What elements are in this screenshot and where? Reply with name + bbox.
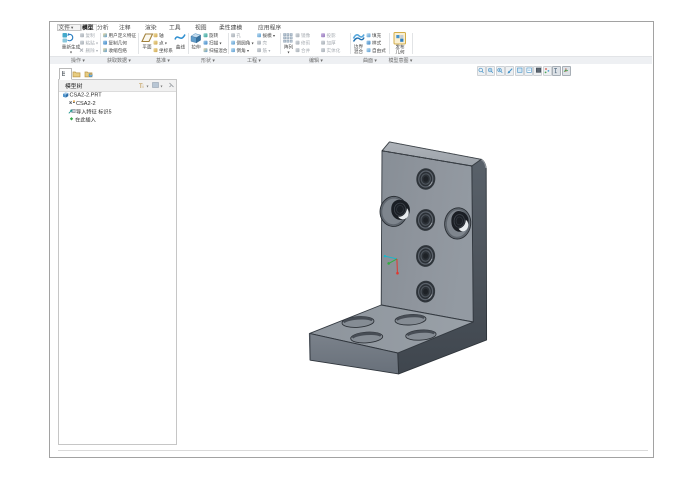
svg-text:倒角 ▾: 倒角 ▾ (237, 47, 249, 54)
svg-text:壳: 壳 (263, 40, 268, 47)
svg-text:孔: 孔 (237, 32, 242, 39)
svg-text:旋转: 旋转 (209, 32, 219, 39)
svg-text:扫描 ▾: 扫描 ▾ (209, 40, 221, 47)
svg-text:镜像: 镜像 (301, 32, 311, 39)
svg-text:粘贴 ▾: 粘贴 ▾ (86, 40, 98, 47)
svg-text:拉伸: 拉伸 (191, 44, 201, 51)
svg-text:CSA2-2.PRT: CSA2-2.PRT (70, 93, 103, 99)
svg-text:加厚: 加厚 (327, 40, 337, 47)
svg-text:文件: 文件 (59, 23, 71, 31)
svg-text:工具: 工具 (169, 24, 181, 31)
svg-text:i: i (143, 84, 144, 89)
svg-text:▾: ▾ (70, 49, 72, 54)
svg-text:▾: ▾ (161, 84, 163, 89)
svg-text:在此插入: 在此插入 (75, 116, 96, 124)
svg-text:形状 ▾: 形状 ▾ (201, 57, 215, 64)
svg-text:复制: 复制 (86, 32, 96, 39)
svg-text:应用程序: 应用程序 (258, 23, 281, 31)
svg-text:自由式: 自由式 (372, 47, 386, 54)
svg-text:填充: 填充 (372, 32, 382, 39)
svg-text:平面: 平面 (142, 45, 152, 51)
svg-text:▾: ▾ (287, 49, 289, 54)
svg-text:混合: 混合 (354, 48, 364, 55)
svg-text:编辑 ▾: 编辑 ▾ (309, 57, 323, 64)
svg-text:CSA2-2: CSA2-2 (76, 101, 96, 107)
svg-text:模型树: 模型树 (65, 82, 83, 90)
svg-text:柔性建模: 柔性建模 (219, 23, 242, 31)
svg-text:模型: 模型 (82, 23, 94, 31)
svg-text:倒圆角 ▾: 倒圆角 ▾ (237, 40, 254, 47)
svg-text:扫描混合: 扫描混合 (209, 47, 228, 54)
svg-text:模型意图 ▾: 模型意图 ▾ (389, 57, 413, 64)
svg-text:收缩包络: 收缩包络 (109, 47, 128, 54)
svg-text:点 ▾: 点 ▾ (159, 41, 167, 47)
svg-text:投影: 投影 (327, 32, 337, 39)
svg-text:工程 ▾: 工程 ▾ (247, 57, 261, 64)
svg-text:▾: ▾ (71, 25, 74, 30)
svg-text:修剪: 修剪 (301, 40, 311, 47)
svg-text:筋 ▾: 筋 ▾ (263, 47, 271, 54)
svg-text:曲面 ▾: 曲面 ▾ (363, 57, 377, 64)
svg-text:几何: 几何 (395, 48, 405, 55)
svg-text:视图: 视图 (195, 23, 207, 31)
svg-text:曲线: 曲线 (176, 44, 186, 51)
svg-text:分析: 分析 (97, 23, 109, 31)
svg-text:▾: ▾ (147, 84, 149, 89)
svg-text:复制几何: 复制几何 (109, 40, 128, 47)
svg-text:拔模 ▾: 拔模 ▾ (263, 32, 275, 39)
svg-text:删除 ▾: 删除 ▾ (86, 47, 98, 54)
svg-text:渲染: 渲染 (145, 23, 157, 31)
svg-text:操作 ▾: 操作 ▾ (71, 57, 85, 64)
svg-text:获取数据 ▾: 获取数据 ▾ (107, 57, 131, 64)
svg-text:基准 ▾: 基准 ▾ (156, 57, 170, 64)
svg-text:坐标系: 坐标系 (159, 47, 173, 54)
svg-text:合并: 合并 (301, 47, 311, 54)
svg-text:注释: 注释 (119, 23, 131, 31)
svg-text:样式: 样式 (372, 40, 382, 47)
svg-text:实体化: 实体化 (327, 47, 341, 54)
svg-text:轴: 轴 (159, 32, 164, 39)
svg-text:导入特征 标识5: 导入特征 标识5 (76, 108, 112, 116)
svg-text:用户定义特征: 用户定义特征 (109, 32, 137, 39)
